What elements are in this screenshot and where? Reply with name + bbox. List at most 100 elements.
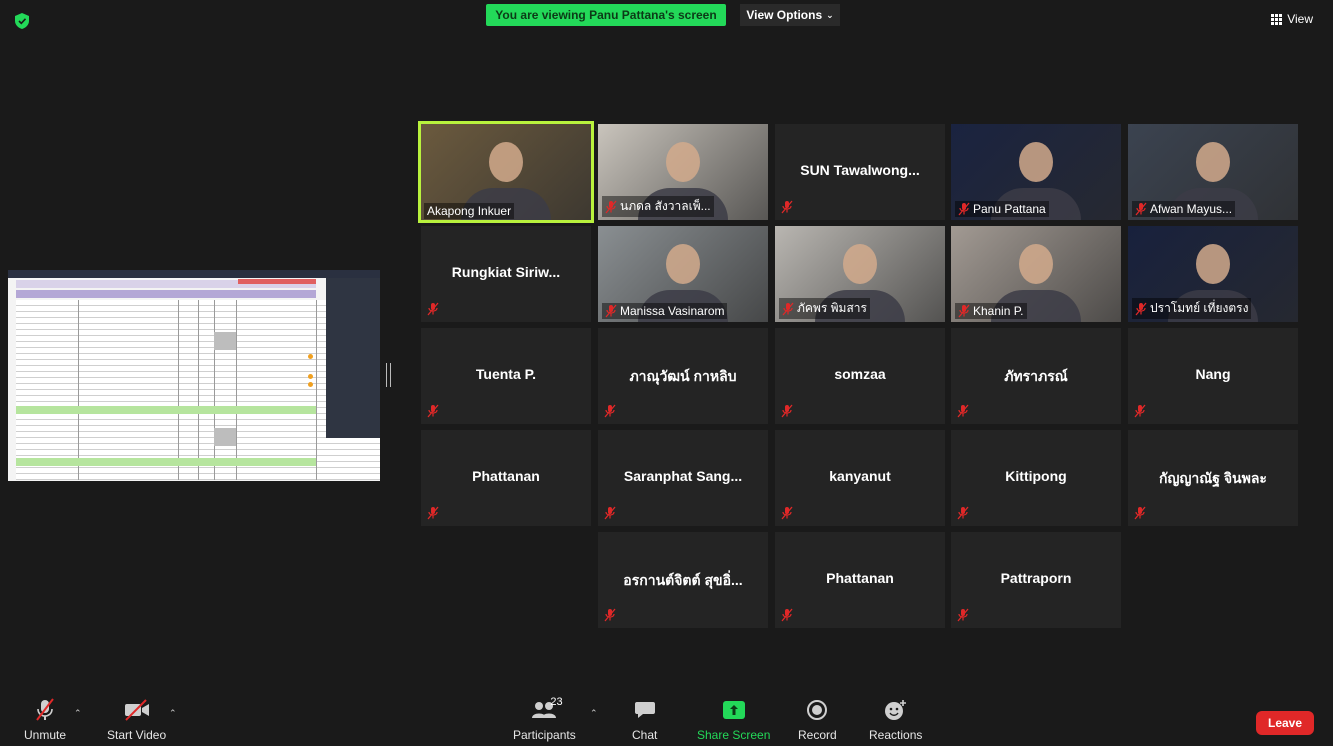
participant-name: Nang [1195,366,1231,382]
share-screen-label: Share Screen [697,728,771,742]
participant-name: ภาณุวัฒน์ กาหลิบ [629,368,737,384]
participant-name-label: Panu Pattana [955,201,1049,217]
start-video-button[interactable]: Start Video [107,698,166,742]
participant-silhouette [1196,244,1230,284]
participant-silhouette [1019,142,1053,182]
view-options-button[interactable]: View Options ⌄ [740,4,840,26]
record-button[interactable]: Record [798,698,837,742]
chevron-up-icon[interactable]: ⌃ [74,708,82,719]
participant-name-label: Akapong Inkuer [424,203,515,219]
chat-label: Chat [632,728,658,742]
muted-mic-icon [604,404,616,418]
view-options-label: View Options [746,8,823,22]
participant-tile[interactable]: somzaa [775,328,945,424]
participant-name: ภัคพร พิมสาร [797,301,867,315]
participant-name: kanyanut [829,468,891,484]
chevron-up-icon[interactable]: ⌃ [590,708,598,719]
participant-name: Tuenta P. [475,366,537,382]
unmute-button[interactable]: Unmute [24,698,66,742]
participant-silhouette [1019,244,1053,284]
participant-name: นภดล สังวาลเพ็... [620,199,711,213]
unmute-label: Unmute [24,728,67,742]
participant-name: SUN Tawalwong... [800,162,920,178]
spreadsheet-column-line [178,300,179,480]
participant-tile[interactable]: ปราโมทย์ เที่ยงตรง [1128,226,1298,322]
spreadsheet-column-line [236,300,237,480]
participant-tile[interactable]: Phattanan [421,430,591,526]
participant-tile[interactable]: Tuenta P. [421,328,591,424]
muted-mic-icon [781,404,793,418]
participant-tile[interactable]: kanyanut [775,430,945,526]
participant-tile[interactable]: SUN Tawalwong... [775,124,945,220]
participant-name: Rungkiat Siriw... [451,264,561,280]
reactions-button[interactable]: Reactions [869,698,922,742]
muted-mic-icon [605,200,617,213]
chat-icon [634,702,655,718]
security-shield-icon[interactable] [15,13,29,29]
participant-name-label: ปราโมทย์ เที่ยงตรง [1132,298,1252,319]
shared-screen[interactable] [8,270,380,481]
reactions-label: Reactions [869,728,923,742]
chat-button[interactable]: Chat [632,698,657,742]
spreadsheet-highlight-row [16,406,316,414]
spreadsheet-marker [308,374,313,379]
spreadsheet-header-row [16,290,316,298]
spreadsheet-marker [308,354,313,359]
participant-tile[interactable]: นภดล สังวาลเพ็... [598,124,768,220]
view-layout-button[interactable]: View [1271,12,1313,26]
participant-tile[interactable]: Saranphat Sang... [598,430,768,526]
leave-button[interactable]: Leave [1256,711,1314,735]
participant-tile[interactable]: Phattanan [775,532,945,628]
record-label: Record [798,728,837,742]
spreadsheet-marker [308,382,313,387]
participant-tile[interactable]: Akapong Inkuer [418,121,594,223]
participant-name: Phattanan [826,570,894,586]
participant-name: Afwan Mayus... [1150,202,1233,216]
chevron-down-icon: ⌄ [826,9,834,20]
participant-tile[interactable]: Manissa Vasinarom [598,226,768,322]
muted-mic-icon [958,202,970,216]
spreadsheet-column-line [214,300,215,480]
participant-name: ภัทราภรณ์ [1004,368,1068,384]
participant-name: Saranphat Sang... [623,468,743,484]
spreadsheet-column-line [316,300,317,480]
participant-name-label: นภดล สังวาลเพ็... [602,196,714,217]
participant-name: Phattanan [472,468,540,484]
record-icon [807,700,828,720]
start-video-label: Start Video [107,728,167,742]
participant-tile[interactable]: Panu Pattana [951,124,1121,220]
grid-icon [1271,13,1283,25]
split-view-divider[interactable] [386,363,391,387]
participant-tile[interactable]: Nang [1128,328,1298,424]
chevron-up-icon[interactable]: ⌃ [169,708,177,719]
participant-tile[interactable]: กัญญาณัฐ จินพละ [1128,430,1298,526]
participant-name: Manissa Vasinarom [620,304,725,318]
participant-name-label: Afwan Mayus... [1132,201,1236,217]
muted-mic-icon [427,302,439,316]
spreadsheet-highlight-row [16,458,316,466]
spreadsheet-red-heading [238,279,316,284]
muted-mic-icon [957,506,969,520]
muted-mic-icon [1134,506,1146,520]
participant-tile[interactable]: Kittipong [951,430,1121,526]
participant-tile[interactable]: Khanin P. [951,226,1121,322]
participant-name: กัญญาณัฐ จินพละ [1159,470,1267,486]
participant-tile[interactable]: อรกานต์จิตต์ สุขอิ่... [598,532,768,628]
participant-tile[interactable]: ภาณุวัฒน์ กาหลิบ [598,328,768,424]
participants-button[interactable]: 23 Participants [513,696,576,742]
share-screen-icon [722,701,745,719]
muted-mic-icon [1134,404,1146,418]
reactions-icon [884,700,906,720]
participant-tile[interactable]: Afwan Mayus... [1128,124,1298,220]
participant-tile[interactable]: Pattraporn [951,532,1121,628]
participant-name-label: Khanin P. [955,303,1027,319]
share-screen-button[interactable]: Share Screen [697,698,770,742]
participant-tile[interactable]: ภัทราภรณ์ [951,328,1121,424]
shared-screen-titlebar [8,270,380,278]
participant-tile[interactable]: ภัคพร พิมสาร [775,226,945,322]
participant-name-label: ภัคพร พิมสาร [779,298,870,319]
muted-mic-icon [427,404,439,418]
participant-name: Kittipong [1005,468,1067,484]
participant-tile[interactable]: Rungkiat Siriw... [421,226,591,322]
muted-mic-icon [958,304,970,318]
